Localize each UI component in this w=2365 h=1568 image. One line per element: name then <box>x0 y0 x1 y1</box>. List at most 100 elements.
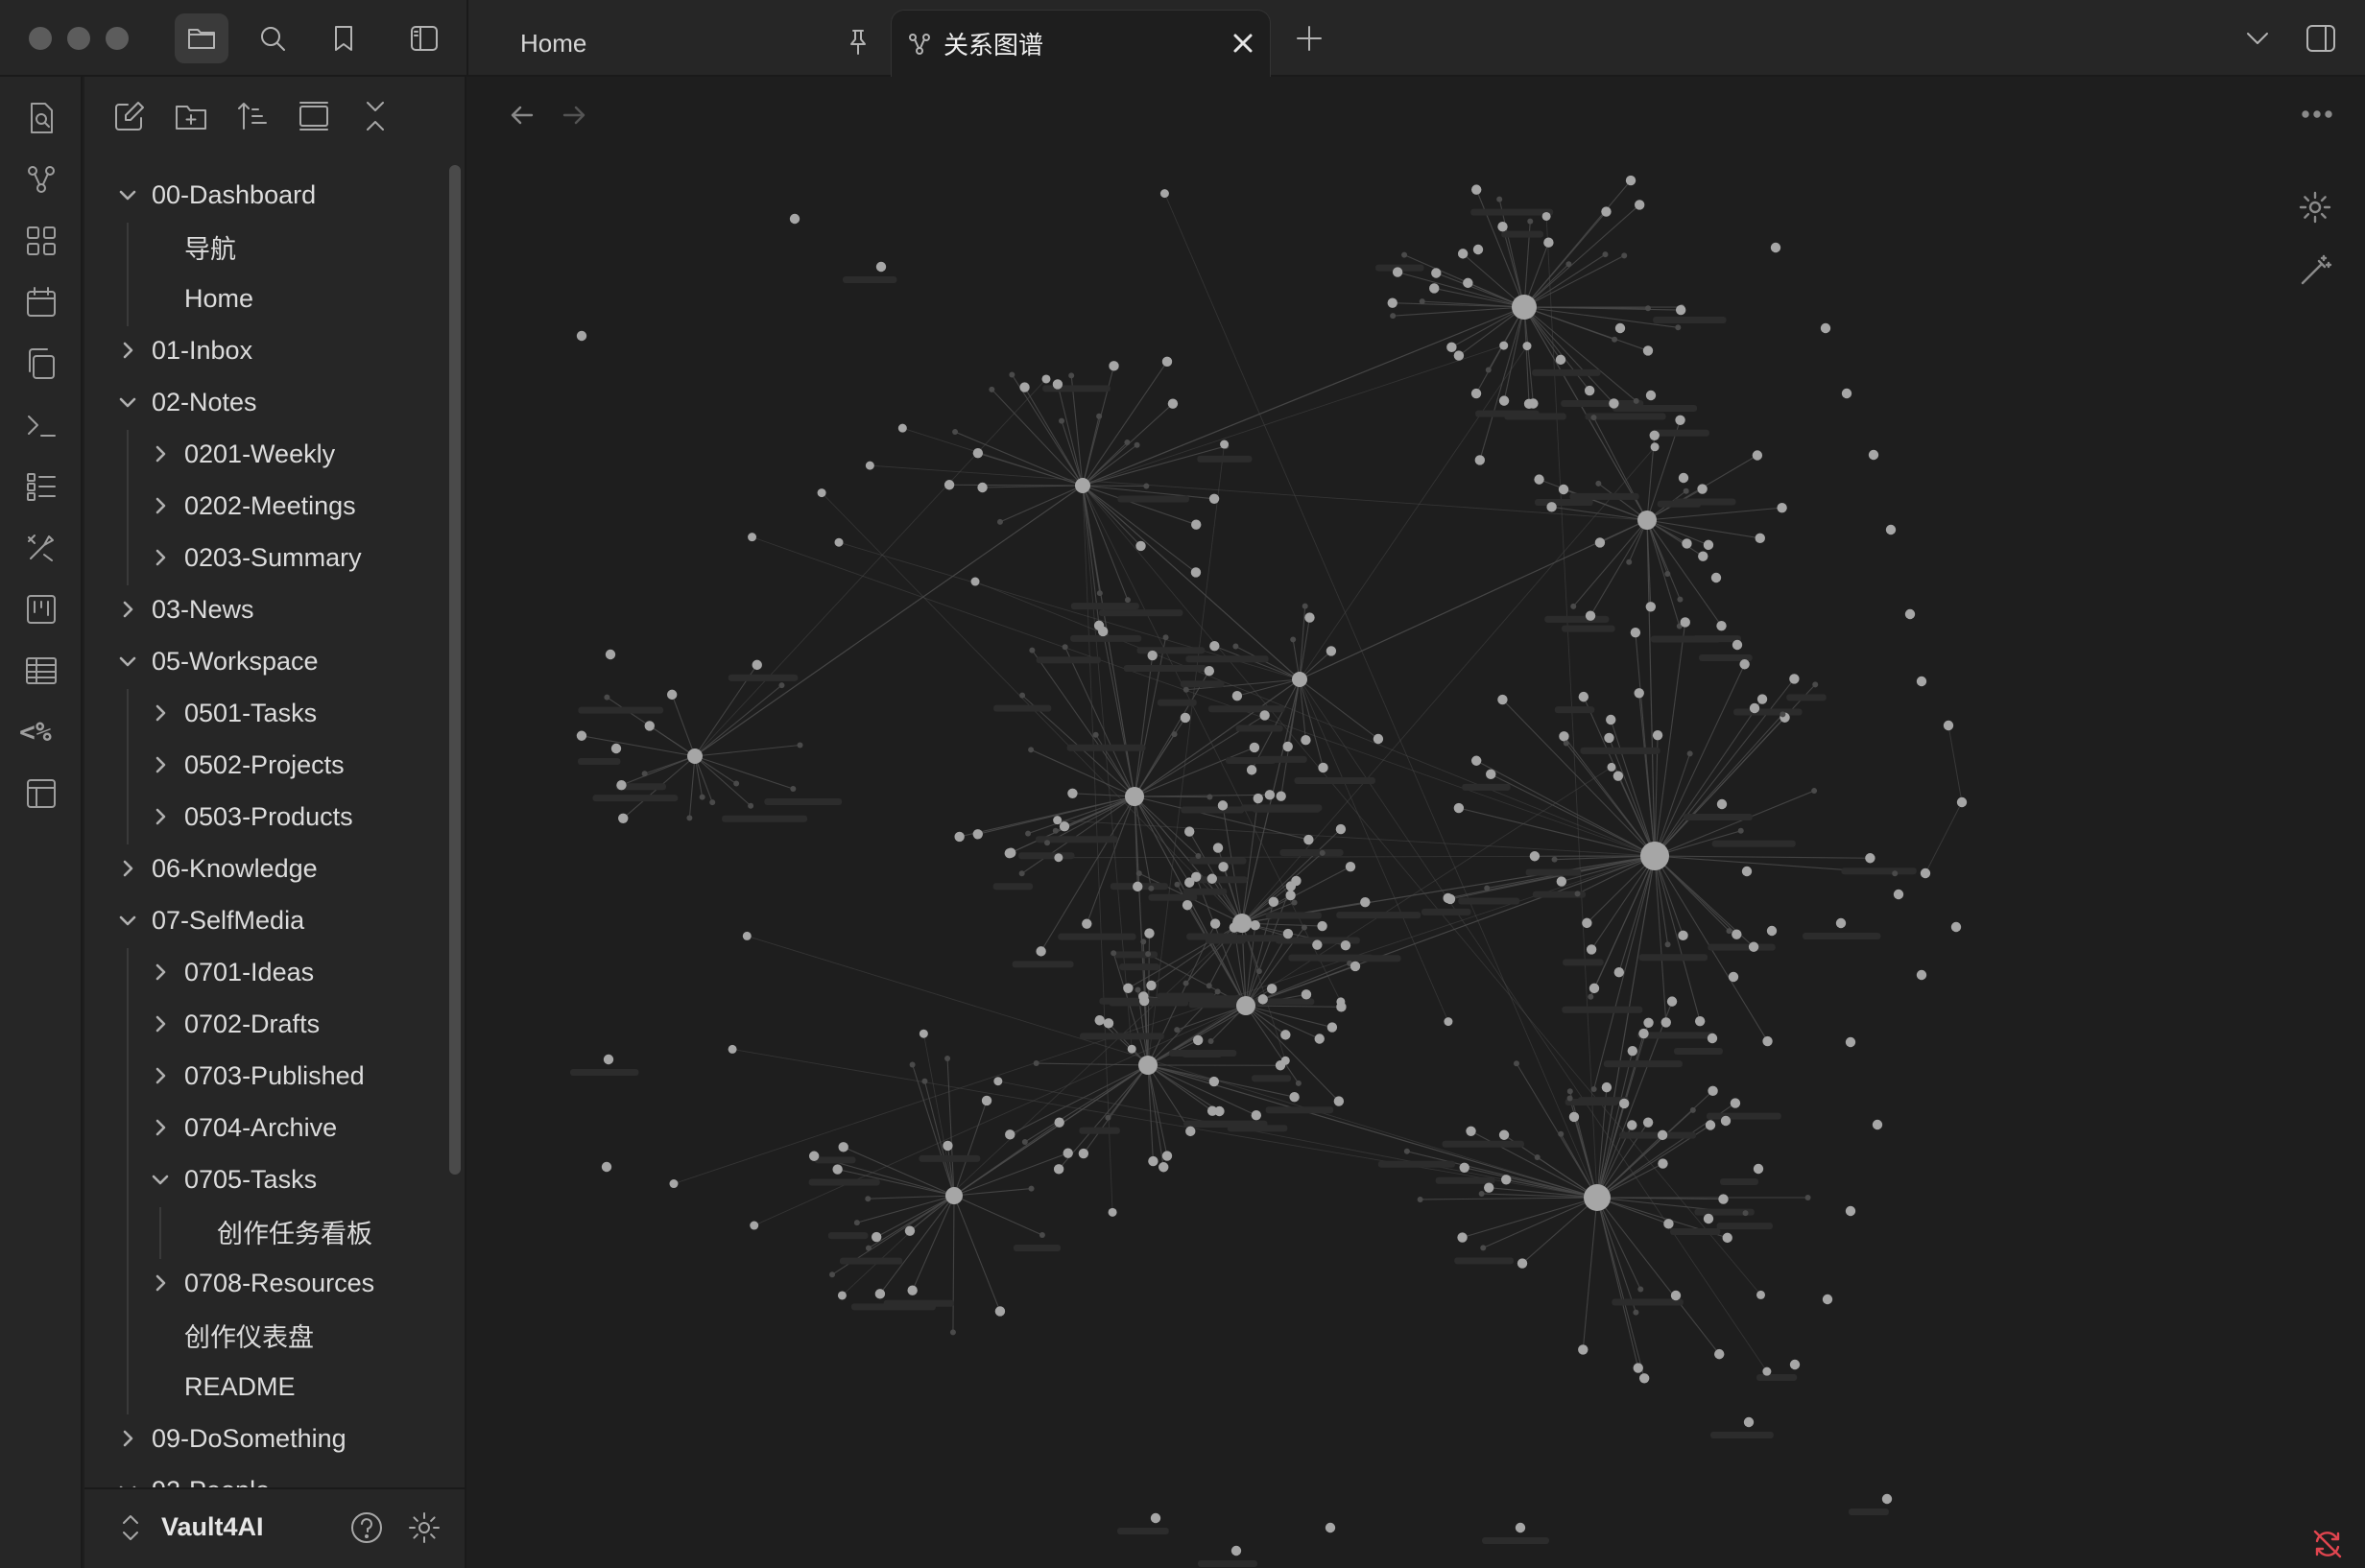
toggle-left-sidebar-button[interactable] <box>397 13 451 63</box>
graph-node[interactable] <box>1726 928 1732 935</box>
quick-switcher-button[interactable] <box>23 100 60 136</box>
graph-node[interactable] <box>1920 867 1931 879</box>
graph-node[interactable] <box>1670 1290 1682 1301</box>
settings-icon[interactable] <box>407 1510 442 1545</box>
graph-node[interactable] <box>865 1245 872 1251</box>
graph-node[interactable] <box>1161 356 1173 368</box>
graph-settings-button[interactable] <box>2298 190 2332 225</box>
more-options-button[interactable] <box>2298 100 2336 129</box>
graph-node[interactable] <box>1059 820 1070 832</box>
graph-node[interactable] <box>1005 1129 1015 1140</box>
graph-node[interactable] <box>1527 218 1534 225</box>
graph-node[interactable] <box>1595 480 1602 487</box>
graph-node[interactable] <box>1512 295 1537 320</box>
graph-node[interactable] <box>1678 472 1689 484</box>
graph-node[interactable] <box>1642 1117 1654 1128</box>
graph-node[interactable] <box>943 1140 953 1152</box>
graph-node[interactable] <box>1075 478 1090 493</box>
graph-node[interactable] <box>1021 1138 1028 1145</box>
tab-list-button[interactable] <box>2242 23 2273 54</box>
graph-node[interactable] <box>1872 1119 1883 1130</box>
graph-node[interactable] <box>1246 765 1257 775</box>
graph-node[interactable] <box>897 423 907 433</box>
file-item[interactable]: README <box>184 1363 296 1411</box>
graph-node[interactable] <box>1499 341 1509 350</box>
graph-node[interactable] <box>1618 1098 1630 1109</box>
graph-node[interactable] <box>1182 686 1189 693</box>
graph-node[interactable] <box>945 1187 963 1204</box>
graph-node[interactable] <box>1892 870 1899 877</box>
collapse-all-button[interactable] <box>357 98 395 136</box>
graph-node[interactable] <box>1812 681 1819 688</box>
graph-node[interactable] <box>1053 1164 1064 1175</box>
graph-node[interactable] <box>1637 511 1657 530</box>
graph-node[interactable] <box>954 831 965 843</box>
graph-node[interactable] <box>686 815 693 821</box>
graph-node[interactable] <box>1480 1245 1487 1251</box>
graph-node[interactable] <box>1138 1056 1158 1075</box>
graph-node[interactable] <box>1498 1129 1510 1140</box>
graph-node[interactable] <box>1251 1110 1262 1121</box>
graph-node[interactable] <box>1033 1060 1039 1067</box>
file-item[interactable]: 导航 <box>184 223 236 271</box>
graph-node[interactable] <box>1301 989 1312 1000</box>
graph-node[interactable] <box>1282 741 1293 752</box>
graph-node[interactable] <box>1556 876 1567 887</box>
graph-node[interactable] <box>981 1095 992 1106</box>
graph-node[interactable] <box>1135 540 1146 552</box>
graph-node[interactable] <box>601 1161 612 1173</box>
graph-node[interactable] <box>1206 873 1217 884</box>
graph-node[interactable] <box>1147 650 1158 661</box>
graph-node[interactable] <box>1029 647 1036 653</box>
graph-node[interactable] <box>1133 881 1143 892</box>
graph-node[interactable] <box>1868 449 1879 461</box>
graph-node[interactable] <box>1094 1015 1105 1026</box>
canvas-button[interactable] <box>23 223 60 259</box>
graph-node[interactable] <box>1161 1151 1173 1161</box>
graph-node[interactable] <box>1302 603 1308 609</box>
graph-node[interactable] <box>1174 1027 1181 1033</box>
graph-node[interactable] <box>1470 755 1482 766</box>
graph-node[interactable] <box>919 1029 928 1038</box>
graph-node[interactable] <box>1028 1185 1035 1192</box>
graph-node[interactable] <box>748 802 754 809</box>
graph-node[interactable] <box>728 1044 737 1054</box>
graph-node[interactable] <box>1657 1129 1668 1141</box>
graph-node[interactable] <box>1574 891 1581 897</box>
graph-node[interactable] <box>1748 941 1759 952</box>
graph-node[interactable] <box>1208 1076 1220 1087</box>
sort-button[interactable] <box>234 98 273 136</box>
graph-node[interactable] <box>1350 961 1361 972</box>
graph-node[interactable] <box>1529 851 1541 862</box>
graph-node[interactable] <box>797 742 803 748</box>
graph-node[interactable] <box>1594 537 1606 548</box>
graph-node[interactable] <box>748 533 757 542</box>
graph-node[interactable] <box>1634 688 1644 699</box>
graph-node[interactable] <box>944 480 955 490</box>
graph-node[interactable] <box>1501 1175 1512 1185</box>
graph-node[interactable] <box>1078 1148 1089 1159</box>
graph-node[interactable] <box>1392 267 1403 277</box>
graph-node[interactable] <box>1280 1056 1290 1065</box>
graph-node[interactable] <box>1756 1290 1766 1299</box>
graph-node[interactable] <box>1498 395 1510 406</box>
graph-node[interactable] <box>1290 636 1297 643</box>
graph-node[interactable] <box>641 771 648 777</box>
graph-node[interactable] <box>1191 871 1202 883</box>
graph-node[interactable] <box>1835 917 1847 929</box>
graph-node[interactable] <box>789 213 800 225</box>
graph-node[interactable] <box>1052 827 1059 834</box>
graph-node[interactable] <box>1904 608 1916 620</box>
graph-node[interactable] <box>1916 969 1927 981</box>
graph-node[interactable] <box>1018 870 1025 877</box>
graph-node[interactable] <box>1626 558 1633 565</box>
templater-icon[interactable]: <% <box>19 716 52 748</box>
graph-node[interactable] <box>1675 304 1686 316</box>
graph-node[interactable] <box>1167 398 1179 409</box>
graph-node[interactable] <box>1208 493 1220 504</box>
folder-item[interactable]: 0703-Published <box>150 1052 365 1100</box>
graph-node[interactable] <box>1811 788 1818 795</box>
graph-node[interactable] <box>1515 1522 1526 1533</box>
graph-node[interactable] <box>1446 342 1457 353</box>
graph-node[interactable] <box>1881 1493 1893 1505</box>
